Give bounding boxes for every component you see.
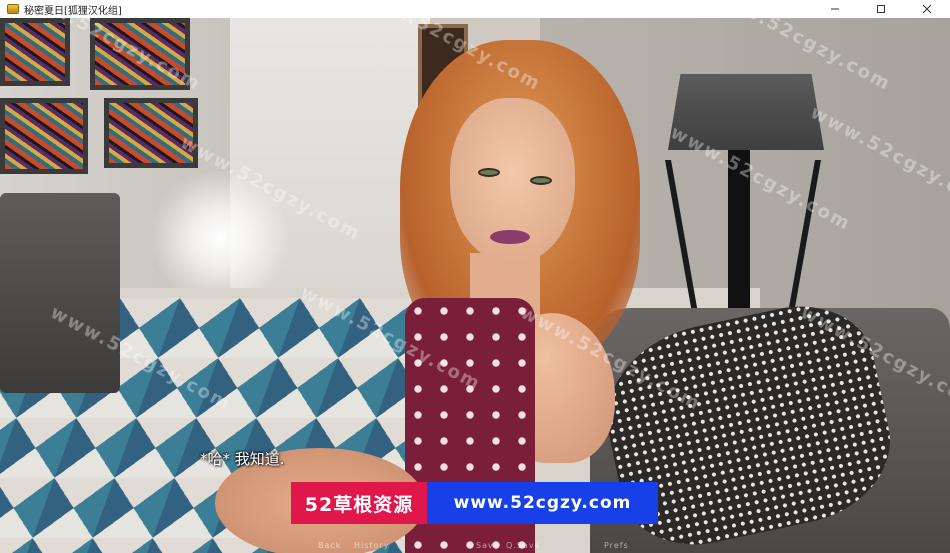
maximize-icon — [877, 5, 885, 13]
minimize-icon — [831, 8, 839, 10]
promo-banner: 52草根资源 www.52cgzy.com — [291, 482, 658, 524]
game-scene[interactable]: www.52cgzy.com www.52cgzy.com www.52cgzy… — [0, 18, 950, 553]
title-bar: 秘密夏日[狐狸汉化组] — [0, 0, 950, 19]
game-window: 秘密夏日[狐狸汉化组] www.52cgzy.com www.52cgzy.co… — [0, 0, 950, 553]
close-icon — [922, 4, 932, 14]
quick-menu-back[interactable]: Back — [318, 541, 341, 550]
quick-menu-qsave[interactable]: Q.Save — [506, 541, 540, 550]
character-eye — [478, 168, 500, 177]
app-icon — [7, 4, 19, 14]
banner-right-text: www.52cgzy.com — [427, 482, 658, 524]
quick-menu-prefs[interactable]: Prefs — [604, 541, 629, 550]
close-button[interactable] — [904, 0, 950, 18]
maximize-button[interactable] — [858, 0, 904, 18]
quick-menu-save[interactable]: Save — [476, 541, 500, 550]
left-sofa — [0, 193, 120, 393]
dialogue-text: *哈* 我知道. — [200, 450, 285, 468]
minimize-button[interactable] — [812, 0, 858, 18]
quick-menu: Back History Save Q.Save Prefs — [0, 541, 950, 553]
quick-menu-history[interactable]: History — [354, 541, 389, 550]
character-eye — [530, 176, 552, 185]
window-controls — [812, 0, 950, 18]
window-title: 秘密夏日[狐狸汉化组] — [24, 5, 122, 17]
wall-art — [0, 98, 88, 174]
wall-art — [104, 98, 198, 168]
character-lips — [490, 230, 530, 244]
wall-art — [0, 18, 70, 86]
banner-left-text: 52草根资源 — [291, 482, 427, 524]
